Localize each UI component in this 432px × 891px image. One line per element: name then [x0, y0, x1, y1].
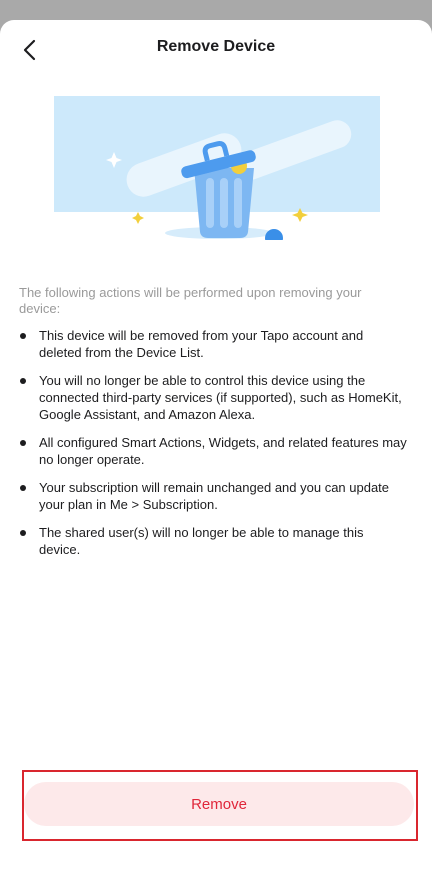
bullet-icon	[20, 333, 26, 339]
list-item-text: The shared user(s) will no longer be abl…	[39, 525, 364, 557]
list-item: The shared user(s) will no longer be abl…	[18, 524, 408, 558]
bullet-icon	[20, 530, 26, 536]
page-title: Remove Device	[156, 38, 276, 55]
list-item-text: This device will be removed from your Ta…	[39, 328, 364, 360]
list-item: All configured Smart Actions, Widgets, a…	[18, 434, 408, 468]
list-item: Your subscription will remain unchanged …	[18, 479, 408, 513]
actions-list: This device will be removed from your Ta…	[18, 327, 408, 569]
list-item-text: Your subscription will remain unchanged …	[39, 480, 390, 512]
bullet-icon	[20, 378, 26, 384]
bullet-icon	[20, 485, 26, 491]
list-item-text: All configured Smart Actions, Widgets, a…	[39, 435, 407, 467]
header: Remove Device	[0, 20, 432, 76]
trash-can-illustration	[54, 96, 380, 240]
bullet-icon	[20, 440, 26, 446]
list-item: This device will be removed from your Ta…	[18, 327, 408, 361]
intro-text: The following actions will be performed …	[19, 285, 362, 316]
list-item-text: You will no longer be able to control th…	[39, 373, 402, 422]
remove-button[interactable]: Remove	[24, 782, 414, 826]
remove-device-sheet: Remove Device The following actions will…	[0, 20, 432, 891]
list-item: You will no longer be able to control th…	[18, 372, 408, 423]
